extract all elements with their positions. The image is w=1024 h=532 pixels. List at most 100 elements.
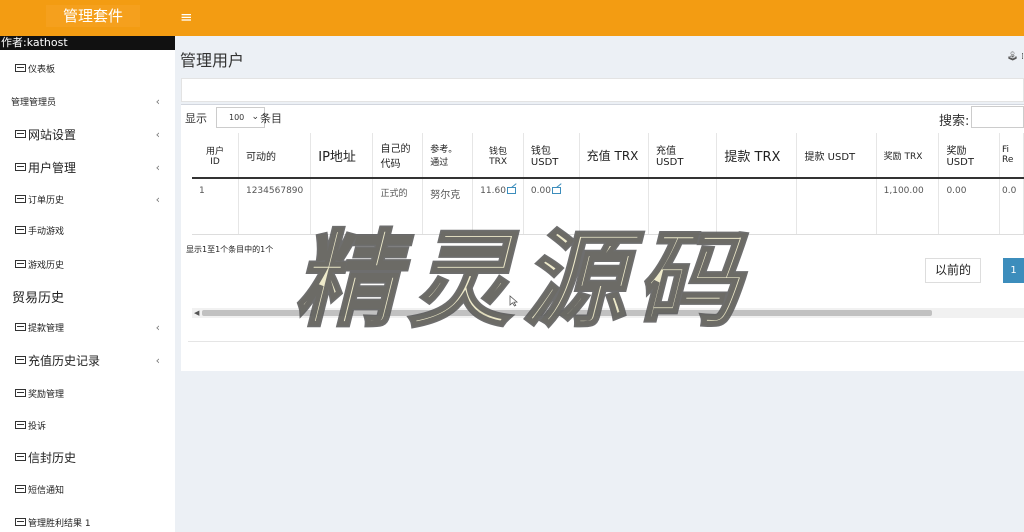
list-icon — [15, 356, 26, 364]
hamburger-icon[interactable]: ≡ — [180, 8, 193, 26]
sidebar-item-user-management[interactable]: 用户管理 ‹ — [0, 155, 175, 179]
chevron-left-icon: ‹ — [155, 94, 160, 108]
column-header-label: 钱包 TRX — [489, 146, 508, 167]
column-header[interactable]: 奖励 USDT — [938, 133, 1001, 179]
sidebar-item-label: 管理管理员 — [11, 97, 57, 108]
list-icon — [15, 453, 26, 461]
list-icon — [15, 163, 26, 171]
table-info: 显示1至1个条目中的1个 — [186, 245, 274, 254]
column-header[interactable]: 可动的 — [238, 133, 312, 179]
table-cell: 1 — [192, 178, 239, 235]
sidebar-item-label: 信封历史 — [28, 450, 77, 465]
sidebar-item-label: 游戏历史 — [28, 260, 65, 271]
sidebar-item-order-history[interactable]: 订单历史 ‹ — [0, 187, 175, 211]
sidebar-item-label: 奖励管理 — [28, 389, 65, 400]
table-cell: 0.0 — [999, 178, 1024, 235]
column-header[interactable]: 自己的 代码 — [372, 133, 424, 179]
brand-area[interactable]: 管理套件 — [0, 0, 175, 36]
sidebar-item-label: 投诉 — [28, 421, 47, 432]
table-cell — [648, 178, 718, 235]
column-header[interactable]: 充值 TRX — [579, 133, 649, 179]
sidebar-item-reward-management[interactable]: 奖励管理 — [0, 381, 175, 405]
wallet-usdt-value: 0.00 — [530, 186, 551, 196]
sidebar-item-site-settings[interactable]: 网站设置 ‹ — [0, 122, 175, 146]
users-table: 用户 ID 可动的 IP地址 自己的 代码 参考。 通过 钱包 TRX 钱包 U… — [192, 133, 1024, 235]
column-header-label: 提款 USDT — [804, 151, 856, 163]
sidebar-item-label: 短信通知 — [28, 485, 65, 496]
sidebar-item-label: 仪表板 — [28, 64, 56, 75]
column-header-label: 参考。 通过 — [430, 145, 458, 168]
column-header-label: 可动的 — [245, 151, 276, 163]
scrollbar-thumb[interactable] — [202, 310, 932, 316]
column-header[interactable]: 充值 USDT — [648, 133, 718, 179]
sidebar-item-win-results[interactable]: 管理胜利结果 1 — [0, 510, 175, 532]
column-header-label: 充值 USDT — [655, 146, 684, 168]
sidebar-item-label: 手动游戏 — [28, 226, 65, 237]
sidebar-item-label: 贸易历史 — [12, 290, 65, 306]
column-header[interactable]: 提款 TRX — [716, 133, 798, 179]
table-cell-editable[interactable]: 0.00 — [523, 178, 580, 235]
list-icon — [15, 323, 26, 331]
top-header: 管理套件 ≡ — [0, 0, 1024, 36]
sidebar-item-label: 用户管理 — [28, 160, 77, 175]
column-header[interactable]: 钱包 USDT — [523, 133, 580, 179]
column-header-label: 奖励 USDT — [946, 146, 974, 168]
column-header[interactable]: 钱包 TRX — [472, 133, 524, 179]
breadcrumb[interactable]: 🕹 ⁞ — [1007, 52, 1024, 62]
sidebar-item-sms-notifications[interactable]: 短信通知 — [0, 477, 175, 501]
top-panel — [181, 78, 1024, 102]
sidebar-item-recharge-history[interactable]: 充值历史记录 ‹ — [0, 348, 175, 372]
sidebar-item-manual-game[interactable]: 手动游戏 — [0, 218, 175, 242]
sidebar-item-admin-management[interactable]: 管理管理员 ‹ — [0, 89, 175, 113]
column-header-label: 钱包 USDT — [530, 146, 559, 168]
search-label: 搜索: — [939, 114, 970, 129]
table-cell — [579, 178, 649, 235]
sidebar-item-dashboard[interactable]: 仪表板 — [0, 56, 175, 80]
sidebar-item-withdraw-management[interactable]: 提款管理 ‹ — [0, 315, 175, 339]
column-header[interactable]: 用户 ID — [192, 133, 239, 179]
sidebar-item-trade-history[interactable]: 贸易历史 — [0, 284, 175, 308]
sidebar: 作者:kathost 仪表板 管理管理员 ‹ 网站设置 ‹ 用户管理 ‹ 订单历… — [0, 36, 175, 532]
sidebar-item-envelope-history[interactable]: 信封历史 — [0, 445, 175, 469]
brand-title[interactable]: 管理套件 — [46, 5, 140, 27]
table-cell — [310, 178, 374, 235]
chevron-left-icon: ‹ — [155, 192, 160, 206]
column-header-label: 充值 TRX — [586, 148, 639, 163]
chevron-down-icon: ⌄ — [251, 112, 259, 122]
page-length-select[interactable]: 100 ⌄ — [216, 107, 265, 128]
horizontal-scrollbar[interactable]: ◀ — [192, 308, 1024, 318]
list-icon — [15, 389, 26, 397]
column-header[interactable]: IP地址 — [310, 133, 374, 179]
table-header-row: 用户 ID 可动的 IP地址 自己的 代码 参考。 通过 钱包 TRX 钱包 U… — [192, 133, 1024, 179]
column-header-label: 提款 TRX — [724, 149, 781, 165]
previous-page-button[interactable]: 以前的 — [925, 258, 981, 283]
column-header[interactable]: 参考。 通过 — [422, 133, 474, 179]
sidebar-item-game-history[interactable]: 游戏历史 — [0, 252, 175, 276]
show-label: 显示 — [185, 112, 207, 125]
table-cell: 努尔克 — [422, 178, 474, 235]
column-header-label: 自己的 代码 — [380, 144, 411, 170]
chevron-left-icon: ‹ — [155, 353, 160, 367]
table-cell: 正式的 — [372, 178, 424, 235]
sidebar-item-complaints[interactable]: 投诉 — [0, 413, 175, 437]
sidebar-item-label: 提款管理 — [28, 323, 65, 334]
page-length-value: 100 — [229, 113, 245, 122]
table-cell-editable[interactable]: 11.60 — [472, 178, 524, 235]
table-cell — [796, 178, 877, 235]
list-icon — [15, 64, 26, 72]
list-icon — [15, 485, 26, 493]
edit-icon[interactable] — [551, 187, 561, 194]
scroll-left-icon[interactable]: ◀ — [194, 308, 199, 318]
column-header[interactable]: 提款 USDT — [796, 133, 877, 179]
column-header[interactable]: Fi Re — [999, 133, 1024, 179]
edit-icon[interactable] — [506, 187, 516, 194]
column-header[interactable]: 奖励 TRX — [876, 133, 940, 179]
table-cell: 1,100.00 — [876, 178, 940, 235]
column-header-label: 奖励 TRX — [883, 151, 923, 162]
chevron-left-icon: ‹ — [155, 160, 160, 174]
search-input[interactable] — [971, 106, 1024, 128]
sidebar-item-label: 网站设置 — [28, 127, 77, 142]
chevron-left-icon: ‹ — [155, 127, 160, 141]
page-1-button[interactable]: 1 — [1003, 258, 1024, 283]
list-icon — [15, 518, 26, 526]
